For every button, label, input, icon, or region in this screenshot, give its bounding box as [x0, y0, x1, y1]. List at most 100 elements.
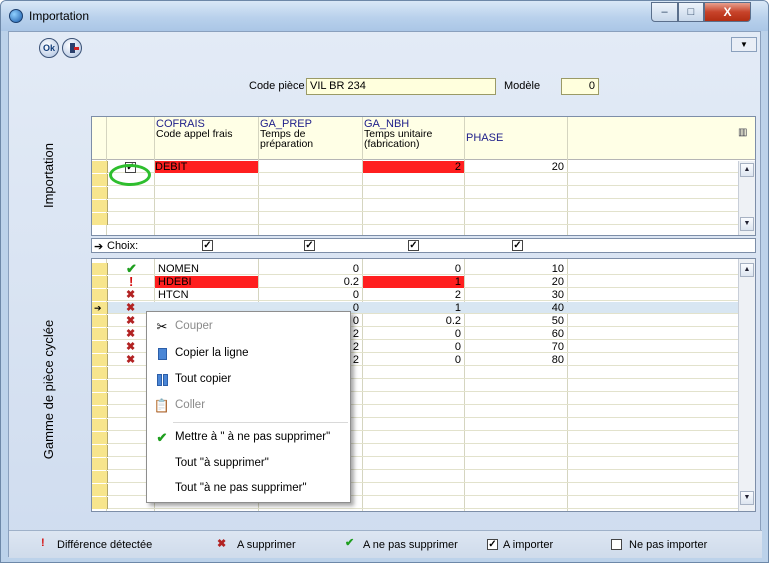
code-piece-field[interactable]: VIL BR 234 [306, 78, 496, 95]
keep-check-icon: ✔ [126, 263, 137, 275]
choix-label: Choix: [107, 240, 139, 252]
minimize-button[interactable]: – [651, 2, 678, 22]
row-selector[interactable] [92, 174, 108, 186]
cell-ga-nbh[interactable]: 2 [363, 289, 464, 301]
choix-cofrais-checkbox[interactable] [202, 240, 213, 251]
cell-ga-nbh[interactable]: 0 [363, 354, 464, 366]
cell-phase[interactable]: 10 [465, 263, 567, 275]
table-row[interactable] [92, 200, 755, 212]
choix-phase-checkbox[interactable] [512, 240, 523, 251]
paste-icon: 📋 [153, 398, 171, 413]
close-button[interactable]: X [704, 2, 751, 22]
title-bar[interactable]: Importation – □ X [1, 1, 768, 31]
choix-ga-prep-checkbox[interactable] [304, 240, 315, 251]
legend-import: A importer [503, 539, 554, 551]
row-selector[interactable] [92, 341, 108, 353]
modele-field[interactable]: 0 [561, 78, 599, 95]
app-icon [9, 9, 23, 23]
menu-separator [173, 422, 348, 423]
row-selector[interactable] [92, 328, 108, 340]
legend-keep: A ne pas supprimer [363, 539, 458, 551]
copy-line-icon [153, 345, 171, 363]
context-menu: ✂ Couper Copier la ligne Tout copier 📋 C… [146, 311, 351, 503]
grid-menu-icon[interactable]: ▥ [738, 127, 747, 138]
cell-phase[interactable]: 30 [465, 289, 567, 301]
cell-phase[interactable]: 50 [465, 315, 567, 327]
code-piece-label: Code pièce [249, 80, 305, 92]
cell-ga-nbh[interactable]: 0 [363, 263, 464, 275]
row-selector[interactable] [92, 276, 108, 288]
importation-window: Importation – □ X Ok ▼ Code pièce VIL BR… [0, 0, 769, 563]
exit-door-icon[interactable] [62, 38, 82, 58]
row-selector[interactable] [92, 187, 108, 199]
importation-scrollbar[interactable]: ▲ ▼ [738, 161, 755, 235]
cell-ga-nbh[interactable]: 0 [363, 328, 464, 340]
row-selector[interactable] [92, 289, 108, 301]
cell-ga-nbh[interactable]: 0 [363, 341, 464, 353]
col-header-phase: PHASE [466, 132, 504, 144]
importation-section-label: Importation [41, 142, 57, 208]
row-selector[interactable] [92, 315, 108, 327]
menu-item-tout-a-ne-pas-supprimer[interactable]: Tout "à ne pas supprimer" [147, 477, 350, 501]
menu-item-mettre-ne-pas-supprimer[interactable]: ✔ Mettre à " à ne pas supprimer" [147, 426, 350, 450]
cell-phase[interactable]: 40 [465, 302, 567, 314]
menu-item-couper[interactable]: ✂ Couper [147, 315, 350, 339]
legend-diff: Différence détectée [57, 539, 153, 551]
scroll-up-icon[interactable]: ▲ [740, 263, 754, 277]
cell-cofrais[interactable]: NOMEN [158, 263, 258, 275]
scroll-down-icon[interactable]: ▼ [740, 217, 754, 231]
cell-cofrais[interactable]: HTCN [158, 289, 258, 301]
gamme-scrollbar[interactable]: ▲ ▼ [738, 259, 755, 511]
scroll-up-icon[interactable]: ▲ [740, 163, 754, 177]
col-header-cofrais: COFRAIS Code appel frais [156, 118, 233, 140]
cell-phase[interactable]: 20 [465, 161, 567, 173]
cell-ga-prep[interactable]: 0 [259, 263, 362, 275]
row-selector[interactable] [92, 354, 108, 366]
choix-row: ➔ Choix: [91, 238, 756, 253]
table-row[interactable]: ✖ HTCN 0 2 30 [92, 289, 755, 301]
dropdown-arrow-icon[interactable]: ▼ [731, 37, 757, 52]
cell-ga-nbh[interactable]: 2 [363, 161, 464, 173]
row-selector[interactable] [92, 263, 108, 275]
scroll-down-icon[interactable]: ▼ [740, 491, 754, 505]
cell-phase[interactable]: 70 [465, 341, 567, 353]
legend-import-checkbox [487, 539, 498, 550]
difference-exclamation-icon: ! [129, 276, 134, 288]
cell-phase[interactable]: 80 [465, 354, 567, 366]
choix-ga-nbh-checkbox[interactable] [408, 240, 419, 251]
menu-item-tout-copier[interactable]: Tout copier [147, 368, 350, 392]
table-row[interactable]: DEBIT 2 20 [92, 161, 755, 173]
table-row[interactable] [92, 174, 755, 186]
table-row[interactable] [92, 187, 755, 199]
cell-cofrais[interactable]: DEBIT [155, 161, 258, 173]
difference-exclamation-icon: ! [41, 537, 45, 549]
cell-ga-nbh[interactable]: 0.2 [363, 315, 464, 327]
cell-ga-prep[interactable]: 0 [259, 289, 362, 301]
cell-cofrais[interactable]: HDEBI [155, 276, 258, 288]
table-row[interactable] [92, 213, 755, 225]
scissors-icon: ✂ [156, 319, 168, 334]
row-selector[interactable] [92, 161, 108, 173]
modele-label: Modèle [504, 80, 541, 92]
menu-item-copier-ligne[interactable]: Copier la ligne [147, 342, 350, 366]
row-selector[interactable] [92, 213, 108, 225]
importation-grid-header: COFRAIS Code appel frais GA_PREP Temps de … [92, 117, 755, 160]
cell-phase[interactable]: 60 [465, 328, 567, 340]
ok-button[interactable]: Ok [39, 38, 59, 58]
client-area: Ok ▼ Code pièce VIL BR 234 Modèle 0 Impo… [8, 31, 762, 558]
window-title: Importation [29, 9, 90, 23]
row-selector[interactable]: ➔ [92, 302, 108, 314]
menu-item-coller[interactable]: 📋 Coller [147, 394, 350, 418]
maximize-button[interactable]: □ [678, 2, 704, 22]
cell-ga-prep[interactable]: 0.2 [259, 276, 362, 288]
cell-ga-nbh[interactable]: 1 [363, 302, 464, 314]
menu-item-tout-a-supprimer[interactable]: Tout "à supprimer" [147, 452, 350, 476]
row-selector[interactable] [92, 200, 108, 212]
cell-ga-nbh[interactable]: 1 [363, 276, 464, 288]
table-row[interactable]: ✔ NOMEN 0 0 10 [92, 263, 755, 275]
cell-phase[interactable]: 20 [465, 276, 567, 288]
delete-x-icon: ✖ [126, 302, 136, 314]
delete-x-icon: ✖ [126, 341, 136, 353]
table-row[interactable]: ! HDEBI 0.2 1 20 [92, 276, 755, 288]
cell-ga-prep[interactable] [259, 161, 362, 173]
